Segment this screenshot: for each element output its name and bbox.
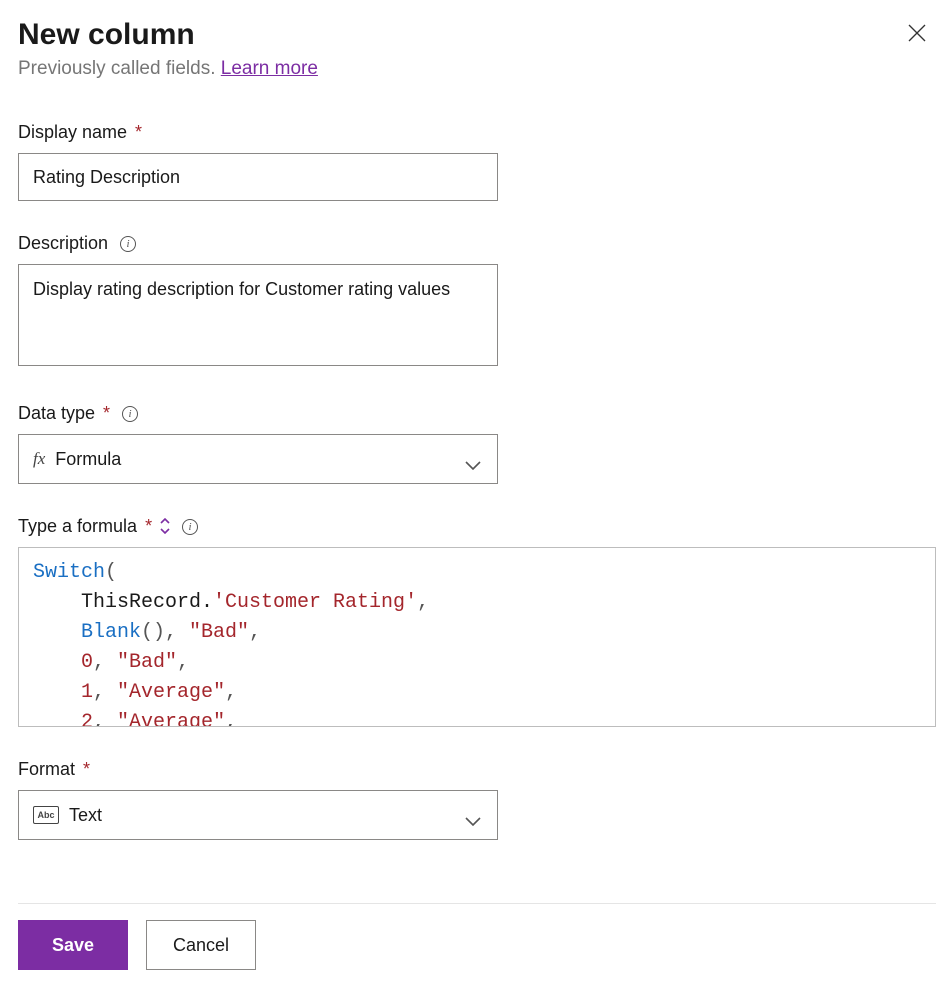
cancel-button[interactable]: Cancel <box>146 920 256 970</box>
required-indicator: * <box>103 403 110 424</box>
formula-label: Type a formula* i <box>18 516 932 537</box>
button-bar: Save Cancel <box>18 903 936 970</box>
chevron-down-icon <box>465 454 481 464</box>
data-type-value: Formula <box>55 449 121 470</box>
description-label: Description i <box>18 233 932 254</box>
description-input[interactable] <box>18 264 498 366</box>
data-type-label: Data type* i <box>18 403 932 424</box>
display-name-label: Display name* <box>18 122 932 143</box>
expand-icon[interactable] <box>160 518 170 536</box>
display-name-input[interactable] <box>18 153 498 201</box>
panel-title: New column <box>18 18 318 52</box>
data-type-dropdown[interactable]: fx Formula <box>18 434 498 484</box>
fx-icon: fx <box>33 449 45 469</box>
subtitle-text: Previously called fields. <box>18 58 221 79</box>
required-indicator: * <box>83 759 90 780</box>
panel-subtitle: Previously called fields. Learn more <box>18 58 318 80</box>
info-icon[interactable]: i <box>122 406 138 422</box>
save-button[interactable]: Save <box>18 920 128 970</box>
learn-more-link[interactable]: Learn more <box>221 58 318 79</box>
close-button[interactable] <box>902 18 932 48</box>
formula-editor[interactable]: Switch( ThisRecord.'Customer Rating', Bl… <box>18 547 936 727</box>
close-icon <box>908 24 926 42</box>
abc-icon: Abc <box>33 806 59 824</box>
format-value: Text <box>69 805 102 826</box>
info-icon[interactable]: i <box>182 519 198 535</box>
required-indicator: * <box>135 122 142 143</box>
info-icon[interactable]: i <box>120 236 136 252</box>
required-indicator: * <box>145 516 152 537</box>
format-label: Format* <box>18 759 932 780</box>
chevron-down-icon <box>465 810 481 820</box>
format-dropdown[interactable]: Abc Text <box>18 790 498 840</box>
